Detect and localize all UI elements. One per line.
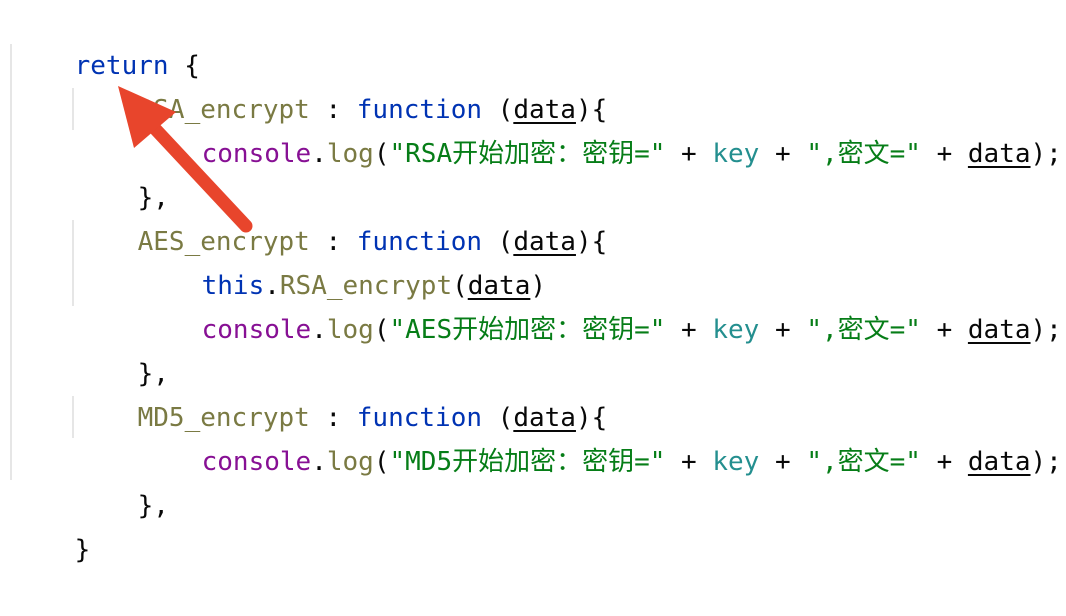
string-ciphertext: ",密文=": [806, 315, 921, 345]
code-line-close-aes[interactable]: },: [75, 308, 169, 389]
string-aes-prefix: "AES开始加密：密钥=": [389, 315, 666, 345]
variable-key: key: [712, 139, 760, 169]
string-ciphertext: ",密文=": [806, 139, 921, 169]
dot: .: [311, 139, 327, 169]
code-line-rsa-log[interactable]: console.log("RSA开始加密：密钥=" + key + ",密文="…: [139, 88, 1062, 169]
indent-guide-md5: [72, 396, 74, 438]
plus-operator: +: [665, 139, 713, 169]
object-console: console: [201, 447, 312, 477]
string-ciphertext: ",密文=": [806, 447, 921, 477]
method-log: log: [326, 139, 374, 169]
plus-operator: +: [759, 315, 807, 345]
paren-open: (: [373, 139, 390, 169]
dot: .: [311, 315, 327, 345]
param-data: data: [967, 139, 1031, 169]
close-brace: }: [74, 535, 91, 565]
close-brace-comma: },: [137, 491, 169, 521]
code-line-md5-encrypt-def[interactable]: MD5_encrypt : function (data){: [75, 352, 608, 433]
dot: .: [311, 447, 327, 477]
code-line-close-rsa[interactable]: },: [75, 132, 169, 213]
code-line-close-return[interactable]: }: [12, 484, 91, 565]
code-editor[interactable]: return { RSA_encrypt : function (data){ …: [0, 0, 1066, 565]
object-console: console: [201, 315, 312, 345]
string-md5-prefix: "MD5开始加密：密钥=": [389, 447, 666, 477]
string-rsa-prefix: "RSA开始加密：密钥=": [389, 139, 666, 169]
param-data: data: [967, 315, 1031, 345]
code-line-this-rsa-call[interactable]: this.RSA_encrypt(data): [139, 220, 546, 301]
indent-guide-rsa: [72, 88, 74, 130]
indent-guide-aes: [72, 220, 74, 306]
variable-key: key: [712, 315, 760, 345]
code-line-close-md5[interactable]: },: [75, 440, 169, 521]
param-data: data: [967, 447, 1031, 477]
plus-operator: +: [665, 315, 713, 345]
code-line-aes-encrypt-def[interactable]: AES_encrypt : function (data){: [75, 176, 608, 257]
statement-end: );: [1030, 315, 1062, 345]
code-line-md5-log[interactable]: console.log("MD5开始加密：密钥=" + key + ",密文="…: [139, 396, 1062, 477]
code-line-return[interactable]: return {: [12, 0, 200, 81]
plus-operator: +: [920, 315, 968, 345]
object-console: console: [201, 139, 312, 169]
paren-close-brace: ){: [575, 227, 608, 257]
method-log: log: [326, 447, 374, 477]
plus-operator: +: [920, 139, 968, 169]
paren-open: (: [373, 315, 390, 345]
code-line-aes-log[interactable]: console.log("AES开始加密：密钥=" + key + ",密文="…: [139, 264, 1062, 345]
plus-operator: +: [920, 447, 968, 477]
plus-operator: +: [759, 447, 807, 477]
method-log: log: [326, 315, 374, 345]
variable-key: key: [712, 447, 760, 477]
code-line-rsa-encrypt-def[interactable]: RSA_encrypt : function (data){: [75, 44, 608, 125]
plus-operator: +: [665, 447, 713, 477]
statement-end: );: [1030, 447, 1062, 477]
paren-open: (: [373, 447, 390, 477]
statement-end: );: [1030, 139, 1062, 169]
plus-operator: +: [759, 139, 807, 169]
